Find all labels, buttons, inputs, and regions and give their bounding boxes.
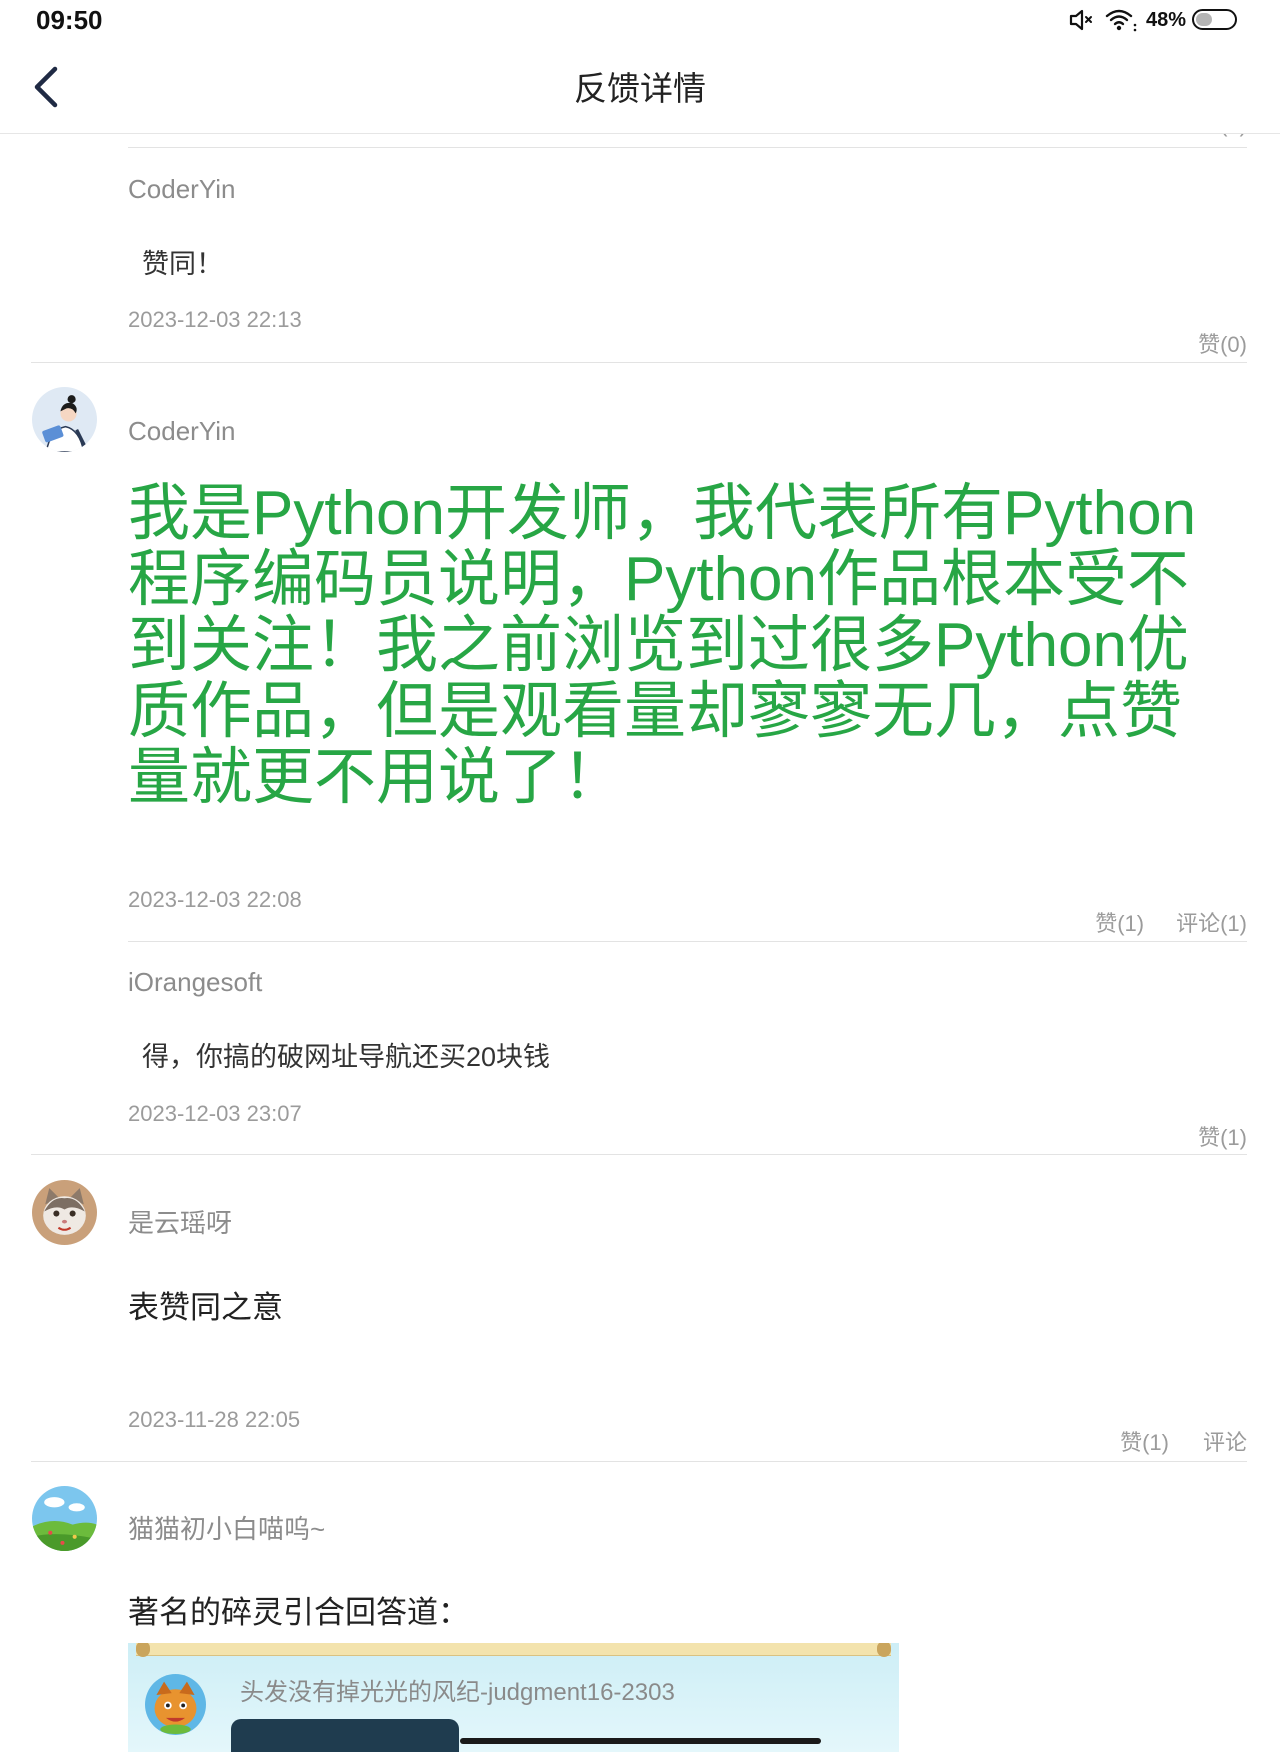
divider (31, 1461, 1247, 1462)
divider (128, 147, 1247, 148)
battery-icon (1192, 9, 1237, 30)
reply-timestamp: 2023-12-03 22:13 (128, 307, 302, 332)
wifi-icon (1104, 7, 1138, 38)
comment-body: 著名的碎灵引合回答道： (128, 1595, 469, 1630)
speaker-muted-icon (1068, 7, 1096, 38)
avatar[interactable] (32, 387, 97, 452)
attachment-avatar (145, 1674, 206, 1735)
comment-image-attachment[interactable]: 头发没有掉光光的风纪-judgment16-2303 (128, 1643, 899, 1752)
reply-author-name[interactable]: iOrangesoft (128, 964, 262, 1000)
comment-button[interactable]: 评论(1) (1176, 909, 1247, 939)
divider (128, 941, 1247, 942)
attachment-dark-button (231, 1719, 459, 1752)
comment-body-highlight: 我是Python开发师，我代表所有Python程序编码员说明，Python作品根… (128, 479, 1197, 812)
avatar-cat-icon (32, 1180, 97, 1245)
divider (31, 362, 1247, 363)
reply-text: 得，你搞的破网址导航还买20块钱 (142, 1042, 551, 1072)
comment-author-name[interactable]: 是云瑶呀 (128, 1205, 232, 1241)
attachment-caption: 头发没有掉光光的风纪-judgment16-2303 (240, 1679, 675, 1706)
like-button[interactable]: 赞(1) (1198, 1123, 1247, 1153)
battery-fill (1196, 13, 1212, 26)
comment-actions: 赞(1) 评论 (1120, 1428, 1247, 1458)
like-button[interactable]: 赞(1) (1120, 1428, 1169, 1458)
feedback-detail-screen: 09:50 48% 反馈详情 CoderYin 赞同！ 2023-12-03 2… (0, 0, 1280, 1752)
comment-author-name[interactable]: 猫猫初小白喵呜~ (128, 1511, 325, 1547)
scroll-banner (136, 1643, 891, 1657)
scroll-end-right (877, 1643, 891, 1657)
scroll-end-left (136, 1643, 150, 1657)
divider (31, 1154, 1247, 1155)
comment-timestamp: 2023-12-03 22:08 (128, 887, 302, 912)
avatar-landscape-icon (32, 1486, 97, 1551)
avatar[interactable] (32, 1180, 97, 1245)
avatar-illustration-icon (32, 387, 97, 452)
home-indicator[interactable] (460, 1738, 821, 1744)
status-time: 09:50 (36, 5, 103, 35)
reply-timestamp: 2023-12-03 23:07 (128, 1101, 302, 1126)
comment-timestamp: 2023-11-28 22:05 (128, 1407, 301, 1432)
reply-author-name[interactable]: CoderYin (128, 171, 235, 207)
reply-text: 赞同！ (142, 249, 223, 279)
page-title: 反馈详情 (574, 70, 706, 107)
like-button[interactable]: 赞(1) (1095, 909, 1144, 939)
comment-button[interactable]: 评论 (1203, 1428, 1247, 1458)
comment-body: 表赞同之意 (128, 1290, 283, 1325)
avatar[interactable] (32, 1486, 97, 1551)
like-button[interactable]: 赞(0) (1198, 330, 1247, 360)
comment-actions: 赞(1) 评论(1) (1095, 909, 1247, 939)
battery-percent: 48% (1146, 9, 1187, 31)
comment-author-name[interactable]: CoderYin (128, 413, 235, 449)
top-bar: 09:50 48% 反馈详情 (0, 0, 1280, 134)
